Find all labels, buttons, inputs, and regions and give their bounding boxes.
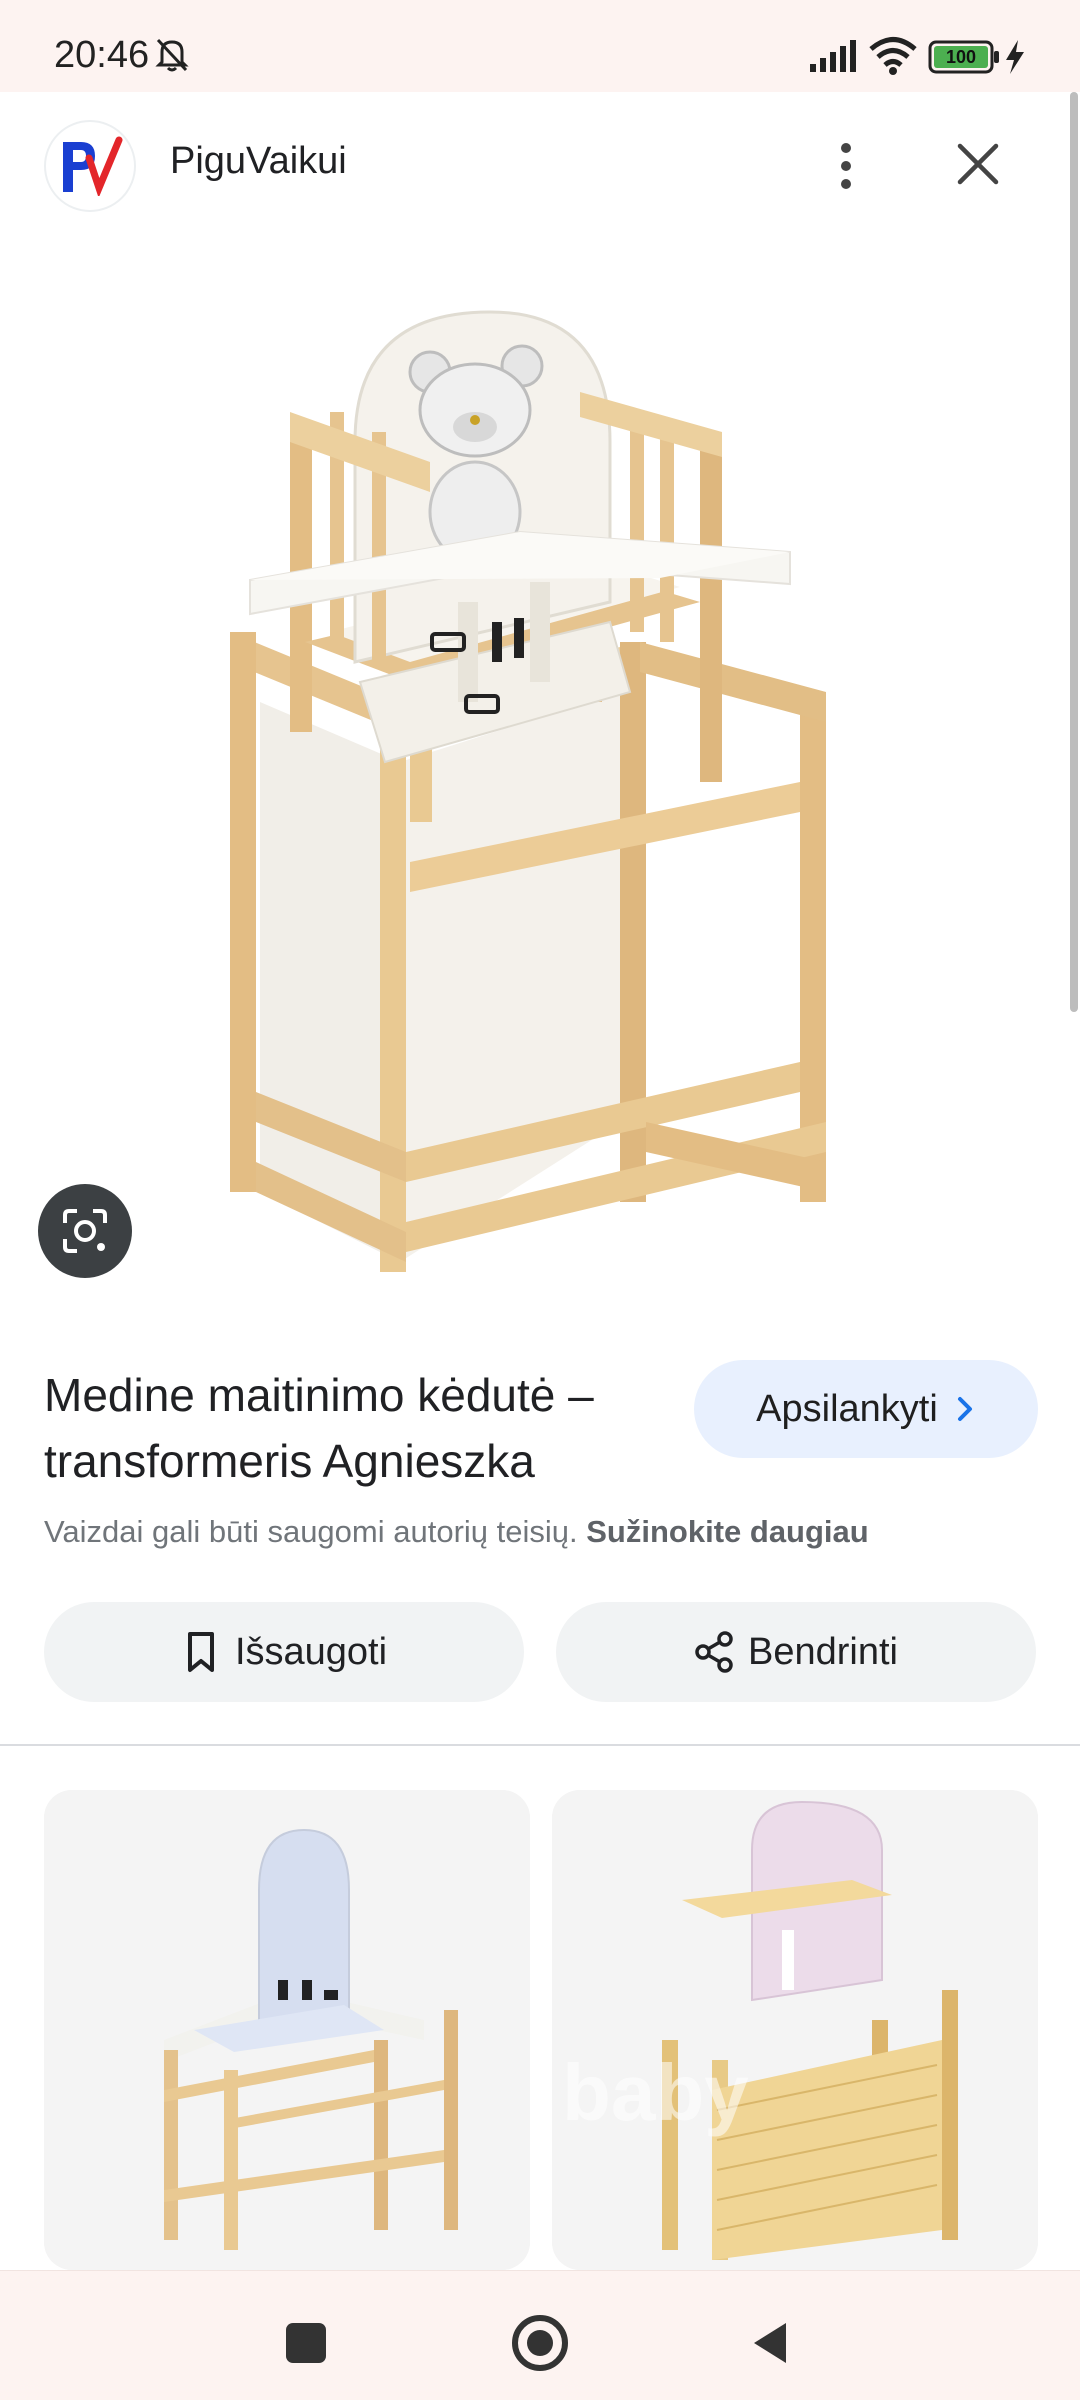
watermark-text: baby bbox=[562, 2048, 749, 2137]
home-button[interactable] bbox=[512, 2315, 568, 2371]
related-image-card[interactable] bbox=[44, 1790, 530, 2270]
product-image[interactable] bbox=[140, 262, 920, 1272]
site-logo[interactable] bbox=[44, 120, 136, 212]
header: PiguVaikui bbox=[0, 92, 1080, 238]
save-label: Išsaugoti bbox=[234, 1630, 388, 1673]
bell-off-icon bbox=[155, 38, 189, 72]
wifi-icon bbox=[869, 37, 917, 75]
back-button[interactable] bbox=[750, 2319, 790, 2367]
close-icon[interactable] bbox=[952, 138, 1004, 190]
battery-icon: 100 bbox=[928, 40, 1002, 74]
battery-level: 100 bbox=[945, 47, 977, 67]
copyright-text: Vaizdai gali būti saugomi autorių teisių… bbox=[44, 1514, 578, 1549]
home-icon bbox=[527, 2330, 553, 2356]
learn-more-link[interactable]: Sužinokite daugiau bbox=[586, 1514, 868, 1549]
recent-apps-button[interactable] bbox=[286, 2323, 326, 2363]
lens-icon bbox=[63, 1209, 107, 1253]
navigation-bar bbox=[0, 2270, 1080, 2400]
status-bar: 20:46 100 bbox=[0, 0, 1080, 92]
status-time: 20:46 bbox=[54, 34, 150, 76]
scrollbar[interactable] bbox=[1070, 92, 1078, 1012]
signal-icon bbox=[810, 40, 856, 72]
site-name[interactable]: PiguVaikui bbox=[170, 140, 347, 183]
piguvaikui-logo bbox=[63, 136, 123, 196]
related-image: baby bbox=[552, 1790, 1038, 2270]
divider bbox=[0, 1744, 1080, 1746]
share-label: Bendrinti bbox=[748, 1630, 898, 1673]
bookmark-icon bbox=[187, 1632, 214, 1672]
charging-icon bbox=[1006, 40, 1024, 74]
share-icon bbox=[695, 1631, 733, 1673]
related-image-card[interactable]: baby bbox=[552, 1790, 1038, 2270]
lens-button[interactable] bbox=[38, 1184, 132, 1278]
chevron-right-icon bbox=[957, 1397, 972, 1421]
visit-label: Apsilankyti bbox=[756, 1387, 938, 1430]
copyright-notice: Vaizdai gali būti saugomi autorių teisių… bbox=[44, 1514, 869, 1550]
more-vert-icon[interactable] bbox=[826, 136, 866, 196]
share-button[interactable]: Bendrinti bbox=[556, 1602, 1036, 1702]
visit-button[interactable]: Apsilankyti bbox=[694, 1360, 1038, 1458]
related-image bbox=[44, 1790, 530, 2270]
save-button[interactable]: Išsaugoti bbox=[44, 1602, 524, 1702]
product-title: Medine maitinimo kėdutė – transformeris … bbox=[44, 1369, 594, 1487]
